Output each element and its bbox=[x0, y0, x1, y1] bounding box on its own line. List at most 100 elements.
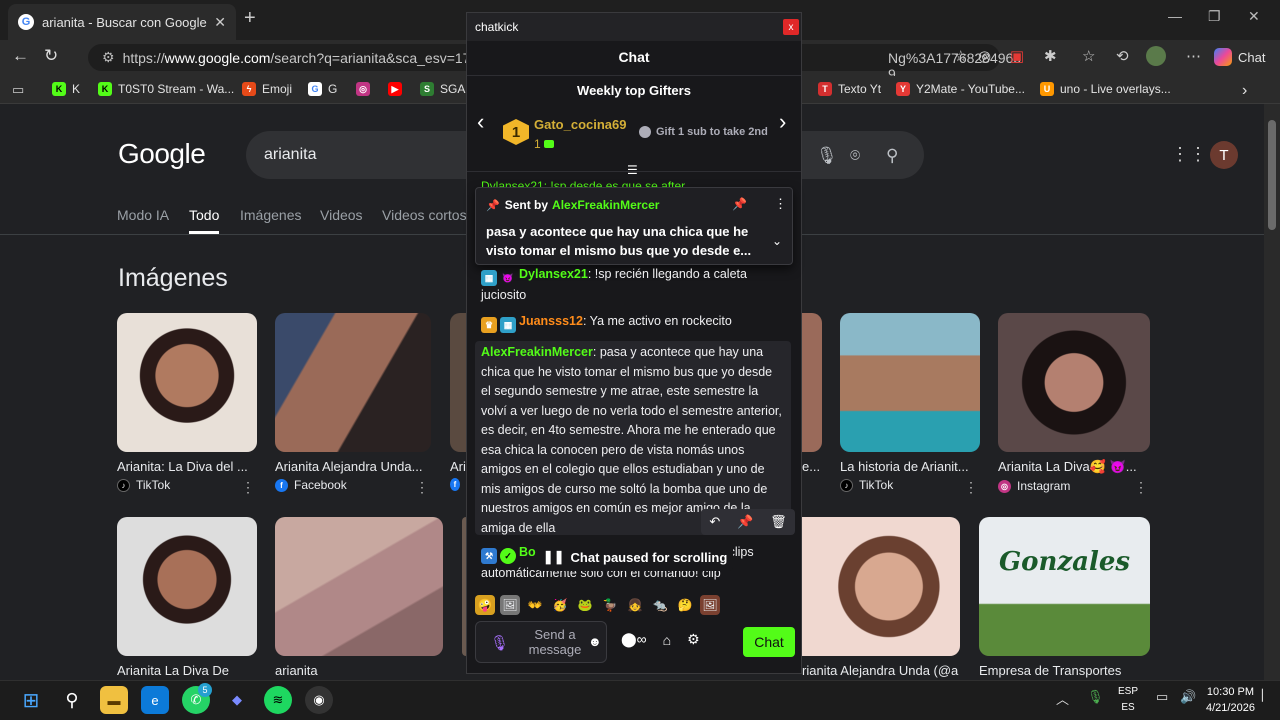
image-thumbnail[interactable] bbox=[802, 517, 960, 656]
bookmarks-more-icon[interactable]: › bbox=[1242, 82, 1247, 100]
image-result[interactable]: e... bbox=[802, 313, 822, 474]
image-thumbnail[interactable] bbox=[275, 517, 443, 656]
image-thumbnail[interactable] bbox=[117, 517, 257, 656]
volume-icon[interactable]: 🔊 bbox=[1180, 689, 1196, 705]
browser-tab[interactable]: G arianita - Buscar con Google ✕ bbox=[8, 4, 236, 40]
close-tab-icon[interactable]: ✕ bbox=[214, 14, 226, 31]
account-avatar[interactable]: T bbox=[1210, 141, 1238, 169]
bookmark-uno-overlays[interactable]: Uuno - Live overlays... bbox=[1040, 82, 1171, 96]
bookmark-k[interactable]: KK bbox=[52, 82, 80, 96]
image-caption[interactable]: e... bbox=[802, 459, 822, 474]
chatkick-close-button[interactable]: x bbox=[783, 19, 799, 35]
google-logo[interactable]: Google bbox=[118, 138, 206, 170]
extensions-puzzle-icon[interactable]: ✱ bbox=[1044, 47, 1057, 65]
clock[interactable]: 10:30 PM 4/21/2026 bbox=[1206, 684, 1255, 716]
image-caption[interactable]: La historia de Arianit... bbox=[840, 459, 980, 474]
image-caption[interactable]: Ari bbox=[450, 459, 466, 474]
bookmark-y2mate[interactable]: Y Y2Mate - YouTube... bbox=[896, 82, 1025, 96]
send-chat-button[interactable]: Chat bbox=[743, 627, 795, 657]
more-options-icon[interactable]: ⋮ bbox=[241, 479, 255, 496]
bookmark-texto-yt[interactable]: T Texto Yt bbox=[818, 82, 881, 96]
image-thumbnail[interactable]: Gonzales bbox=[979, 517, 1150, 656]
location-icon[interactable]: ◎ bbox=[978, 47, 991, 65]
image-result[interactable]: Arianita La Diva🥰 😈... ◎ Instagram ⋮ bbox=[998, 313, 1150, 496]
reload-icon[interactable]: ↻ bbox=[44, 46, 58, 66]
chat-message[interactable]: ▦ 😈 Dylansex21: !sp recién llegando a cale… bbox=[481, 265, 791, 306]
emote-icon[interactable]: 🐀 bbox=[650, 595, 670, 615]
emote-icon[interactable]: 🦆 bbox=[600, 595, 620, 615]
profile-avatar[interactable] bbox=[1146, 46, 1166, 66]
chat-username[interactable]: Dylansex21 bbox=[519, 267, 588, 281]
favorites-icon[interactable]: ☆ bbox=[1082, 47, 1095, 65]
chat-message[interactable]: ♛ ▦ Juansss12: Ya me activo en rockecito bbox=[481, 312, 791, 333]
store-icon[interactable]: ⌂ bbox=[663, 632, 671, 648]
chat-username[interactable]: Juansss12 bbox=[519, 314, 583, 328]
show-hidden-icons[interactable]: ︿ bbox=[1056, 689, 1069, 708]
minimize-icon[interactable]: — bbox=[1168, 8, 1182, 24]
close-window-icon[interactable]: ✕ bbox=[1248, 8, 1260, 25]
kicks-icon[interactable]: ⬤∞ bbox=[621, 631, 647, 648]
reading-mode-icon[interactable]: ▭ bbox=[12, 82, 24, 98]
image-thumbnail[interactable] bbox=[802, 313, 822, 452]
image-caption[interactable]: Arianita: La Diva del ... bbox=[117, 459, 257, 474]
more-options-icon[interactable]: ⋮ bbox=[415, 479, 429, 496]
maximize-icon[interactable]: ❐ bbox=[1208, 8, 1221, 25]
voice-search-icon[interactable]: 🎙 bbox=[816, 146, 838, 166]
more-options-icon[interactable]: ⋮ bbox=[774, 196, 787, 212]
copilot-chat-button[interactable]: Chat bbox=[1214, 45, 1265, 69]
more-menu-icon[interactable]: ⋯ bbox=[1186, 47, 1201, 65]
image-caption[interactable]: Arianita La Diva🥰 😈... bbox=[998, 459, 1150, 475]
more-options-icon[interactable]: ⋮ bbox=[1134, 479, 1148, 496]
chevron-right-icon[interactable]: › bbox=[779, 109, 786, 135]
emote-icon[interactable]: 👐 bbox=[525, 595, 545, 615]
chat-username[interactable]: AlexFreakinMercer bbox=[481, 345, 593, 359]
emote-icon[interactable]: 🤪 bbox=[475, 595, 495, 615]
favorite-star-icon[interactable]: ☆ bbox=[954, 47, 967, 65]
image-source[interactable]: f Facebook bbox=[275, 478, 431, 492]
tab-imagenes[interactable]: Imágenes bbox=[240, 207, 301, 223]
image-caption[interactable]: rianita Alejandra Unda (@a bbox=[802, 663, 960, 678]
spotify-icon[interactable]: ≋ bbox=[264, 686, 292, 714]
history-icon[interactable]: ⟲ bbox=[1116, 47, 1129, 65]
lens-search-icon[interactable]: ⌾ bbox=[850, 146, 860, 166]
new-tab-icon[interactable]: + bbox=[244, 7, 256, 30]
tab-videos-cortos[interactable]: Videos cortos bbox=[382, 207, 467, 223]
more-options-icon[interactable]: ⋮ bbox=[964, 479, 978, 496]
tab-todo[interactable]: Todo bbox=[189, 207, 219, 223]
reply-icon[interactable]: ↶ bbox=[709, 514, 720, 530]
back-icon[interactable]: ← bbox=[12, 46, 29, 66]
bookmark-sga[interactable]: S SGA bbox=[420, 82, 465, 96]
microphone-icon[interactable]: 🎙 bbox=[490, 634, 509, 652]
search-icon[interactable]: ⚲ bbox=[886, 146, 898, 166]
tab-videos[interactable]: Videos bbox=[320, 207, 363, 223]
chatkick-titlebar[interactable]: chatkick x bbox=[467, 13, 801, 41]
gift-note[interactable]: Gift 1 sub to take 2nd bbox=[639, 126, 768, 138]
start-menu-icon[interactable]: ⊞ bbox=[17, 686, 45, 714]
chevron-left-icon[interactable]: ‹ bbox=[477, 109, 484, 135]
image-result[interactable]: Arianita Alejandra Unda... f Facebook ⋮ bbox=[275, 313, 431, 495]
chat-message-input[interactable]: 🎙 Send a message ☻ bbox=[475, 621, 607, 663]
search-icon[interactable]: ⚲ bbox=[58, 686, 86, 714]
tab-modo-ia[interactable]: Modo IA bbox=[117, 207, 169, 223]
network-icon[interactable]: ▭ bbox=[1156, 689, 1168, 705]
language-indicator[interactable]: ESP ES bbox=[1118, 684, 1138, 716]
image-thumbnail[interactable] bbox=[840, 313, 980, 452]
image-caption[interactable]: Arianita Alejandra Unda... bbox=[275, 459, 431, 474]
image-result[interactable]: La historia de Arianit... ♪ TikTok ⋮ bbox=[840, 313, 980, 495]
bookmark-tosto-stream[interactable]: K T0ST0 Stream - Wa... bbox=[98, 82, 234, 96]
image-source[interactable]: ◎ Instagram bbox=[998, 479, 1150, 493]
emote-icon[interactable]: 🥳 bbox=[550, 595, 570, 615]
bookmark-youtube[interactable]: ▶ bbox=[388, 82, 408, 96]
obs-icon[interactable]: ◉ bbox=[305, 686, 333, 714]
image-result[interactable]: Arianita La Diva De bbox=[117, 517, 257, 678]
delete-icon[interactable]: 🗑 bbox=[770, 514, 787, 530]
image-thumbnail[interactable] bbox=[275, 313, 431, 452]
image-source[interactable]: ♪ TikTok bbox=[117, 478, 257, 492]
image-thumbnail[interactable] bbox=[450, 313, 466, 452]
pinned-message[interactable]: 📌 Sent by AlexFreakinMercer 📌 ⋮ pasa y a… bbox=[475, 187, 793, 265]
emoji-picker-icon[interactable]: ☻ bbox=[588, 634, 602, 649]
image-caption[interactable]: Arianita La Diva De bbox=[117, 663, 257, 678]
bookmark-google[interactable]: GG bbox=[308, 82, 337, 96]
image-caption[interactable]: arianita bbox=[275, 663, 443, 678]
notifications-icon[interactable]: ▏ bbox=[1262, 689, 1270, 702]
